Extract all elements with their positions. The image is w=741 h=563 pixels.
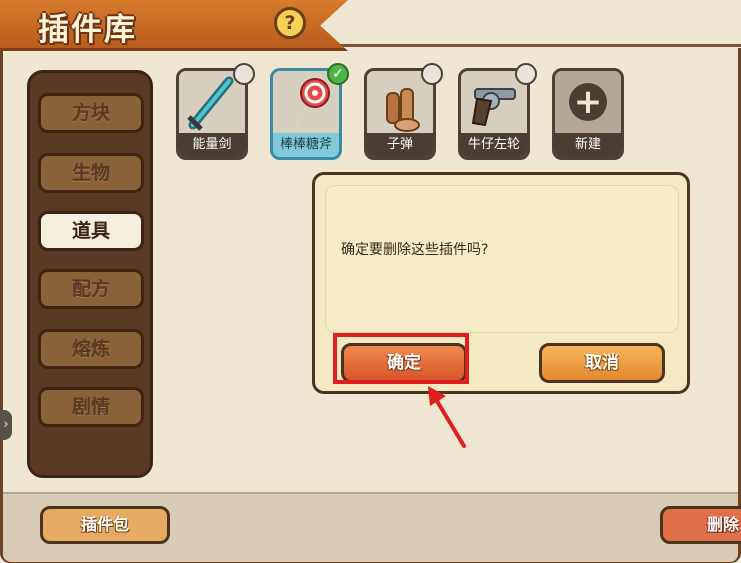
new-plugin-button[interactable]: + 新建 [552, 68, 624, 160]
checkbox-icon[interactable] [233, 63, 255, 85]
delete-button[interactable]: 删除 [660, 506, 741, 544]
header: 插件库 ? [0, 0, 741, 51]
new-tile-art: + [555, 71, 621, 135]
dialog-body [325, 185, 679, 333]
plugin-pack-button[interactable]: 插件包 [40, 506, 170, 544]
plugin-label: 牛仔左轮 [461, 133, 527, 157]
checkmark-icon[interactable]: ✓ [327, 63, 349, 85]
plugin-tile[interactable]: 牛仔左轮 [458, 63, 537, 160]
checkbox-icon[interactable] [421, 63, 443, 85]
plugin-label: 棒棒糖斧 [273, 133, 339, 157]
highlight-annotation [333, 333, 469, 384]
sidebar-item-recipes[interactable]: 配方 [38, 269, 144, 309]
help-button[interactable]: ? [274, 7, 306, 39]
cancel-button[interactable]: 取消 [539, 343, 665, 383]
dialog-message: 确定要删除这些插件吗? [341, 242, 489, 258]
plugin-label: 能量剑 [179, 133, 245, 157]
plugin-label: 子弹 [367, 133, 433, 157]
checkbox-icon[interactable] [515, 63, 537, 85]
sidebar-item-creatures[interactable]: 生物 [38, 153, 144, 193]
sidebar: 方块 生物 道具 配方 熔炼 剧情 [27, 70, 153, 478]
sidebar-item-items[interactable]: 道具 [38, 211, 144, 251]
plugin-tile[interactable]: ✓ 棒棒糖斧 [270, 63, 349, 160]
new-plugin-label: 新建 [555, 133, 621, 157]
header-strip [340, 0, 741, 47]
arrow-annotation-icon [428, 386, 466, 448]
sidebar-item-blocks[interactable]: 方块 [38, 93, 144, 133]
sidebar-item-story[interactable]: 剧情 [38, 387, 144, 427]
plus-icon: + [569, 83, 607, 121]
plugin-tile[interactable]: 子弹 [364, 63, 443, 160]
plugin-tile[interactable]: 能量剑 [176, 63, 255, 160]
page-title: 插件库 [38, 12, 137, 48]
chevron-right-icon[interactable]: › [0, 410, 12, 440]
sidebar-item-smelting[interactable]: 熔炼 [38, 329, 144, 369]
